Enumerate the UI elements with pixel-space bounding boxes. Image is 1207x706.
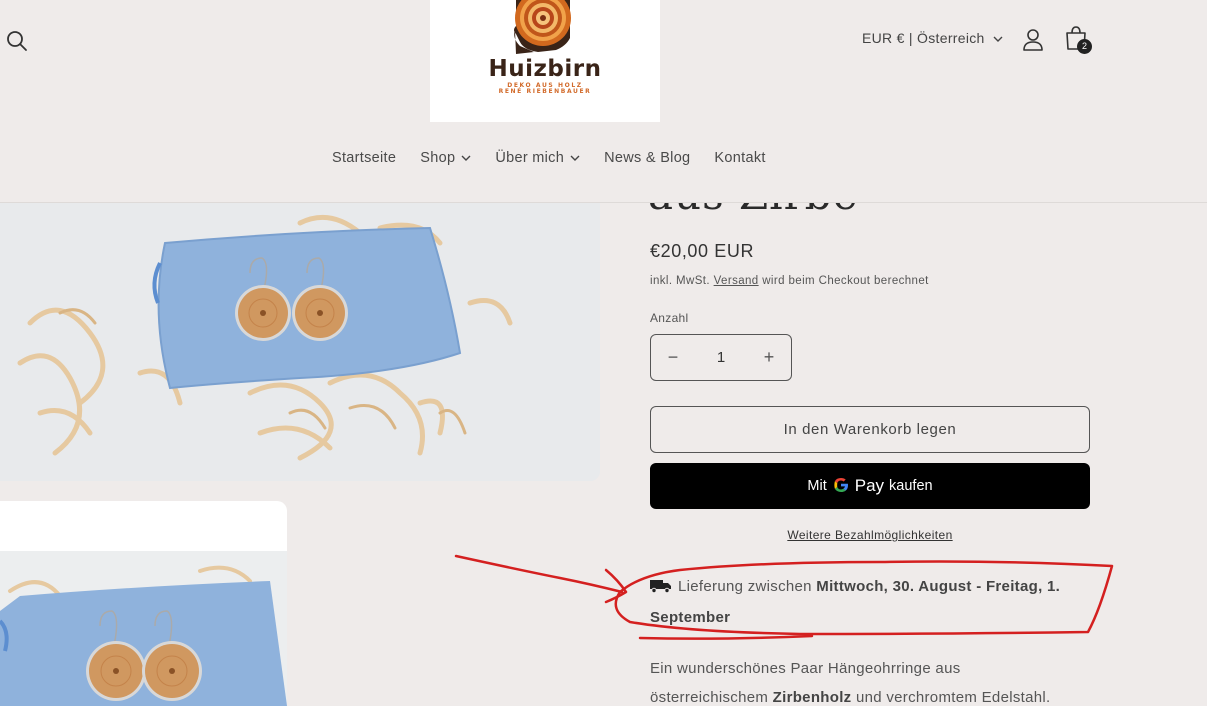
- cart-count-badge: 2: [1077, 39, 1092, 54]
- nav-item-ueber-mich[interactable]: Über mich: [483, 150, 592, 166]
- google-g-icon: [832, 475, 850, 497]
- nav-label: Startseite: [332, 150, 397, 166]
- product-description: Ein wunderschönes Paar Hängeohrringe aus…: [650, 654, 1120, 706]
- logo-wordmark: Huizbirn: [488, 56, 602, 82]
- nav-label: News & Blog: [604, 150, 691, 166]
- quantity-label: Anzahl: [650, 311, 689, 325]
- account-icon[interactable]: [1019, 26, 1047, 54]
- plus-icon: +: [763, 347, 775, 367]
- nav-label: Über mich: [495, 150, 565, 166]
- tax-prefix: inkl. MwSt.: [650, 275, 710, 287]
- quantity-increase-button[interactable]: +: [747, 335, 791, 380]
- quantity-input[interactable]: [696, 335, 746, 380]
- tax-suffix: wird beim Checkout berechnet: [762, 275, 929, 287]
- currency-country-selector[interactable]: EUR € | Österreich: [862, 30, 1003, 46]
- delivery-estimate: Lieferung zwischen Mittwoch, 30. August …: [650, 572, 1090, 632]
- delivery-prefix: Lieferung zwischen: [678, 578, 812, 595]
- gpay-suffix: kaufen: [889, 478, 933, 494]
- nav-item-news-blog[interactable]: News & Blog: [592, 150, 702, 166]
- nav-item-startseite[interactable]: Startseite: [320, 150, 408, 166]
- shipping-link[interactable]: Versand: [714, 275, 759, 287]
- add-to-cart-button[interactable]: In den Warenkorb legen: [650, 406, 1090, 453]
- nav-item-shop[interactable]: Shop: [408, 150, 483, 166]
- product-price: €20,00 EUR: [650, 241, 755, 261]
- description-line-1: Ein wunderschönes Paar Hängeohrringe aus: [650, 660, 961, 677]
- chevron-down-icon: [461, 150, 471, 166]
- chevron-down-icon: [993, 30, 1003, 46]
- gpay-prefix: Mit: [807, 478, 827, 494]
- site-header: Huizbirn DEKO AUS HOLZ RENÉ RIEBENBAUER …: [0, 0, 1207, 203]
- main-navigation: Startseite Shop Über mich News & Blog Ko…: [320, 150, 778, 166]
- site-logo[interactable]: Huizbirn DEKO AUS HOLZ RENÉ RIEBENBAUER: [430, 0, 660, 122]
- minus-icon: −: [667, 347, 679, 367]
- quantity-decrease-button[interactable]: −: [651, 335, 695, 380]
- chevron-down-icon: [570, 150, 580, 166]
- nav-label: Kontakt: [714, 150, 766, 166]
- nav-label: Shop: [420, 150, 456, 166]
- search-icon[interactable]: [4, 28, 30, 54]
- tax-shipping-note: inkl. MwSt. Versand wird beim Checkout b…: [650, 275, 929, 287]
- description-text: österreichischem: [650, 689, 769, 706]
- currency-label: EUR € | Österreich: [862, 30, 985, 46]
- product-image-secondary-photo: [0, 551, 287, 706]
- more-payment-options-link[interactable]: Weitere Bezahlmöglichkeiten: [650, 528, 1090, 542]
- description-text: und verchromtem Edelstahl.: [855, 689, 1051, 706]
- description-line-2: österreichischem Zirbenholz und verchrom…: [650, 683, 1120, 706]
- truck-icon: [650, 574, 672, 603]
- quantity-stepper: − +: [650, 334, 792, 381]
- description-bold: Zirbenholz: [772, 689, 852, 706]
- google-pay-button[interactable]: Mit Pay kaufen: [650, 463, 1090, 509]
- product-image-secondary[interactable]: [0, 501, 287, 706]
- product-image-main[interactable]: [0, 203, 600, 481]
- nav-item-kontakt[interactable]: Kontakt: [702, 150, 777, 166]
- gpay-pay-word: Pay: [854, 476, 885, 495]
- logo-owner: RENÉ RIEBENBAUER: [498, 88, 592, 95]
- cart-button[interactable]: 2: [1063, 23, 1097, 57]
